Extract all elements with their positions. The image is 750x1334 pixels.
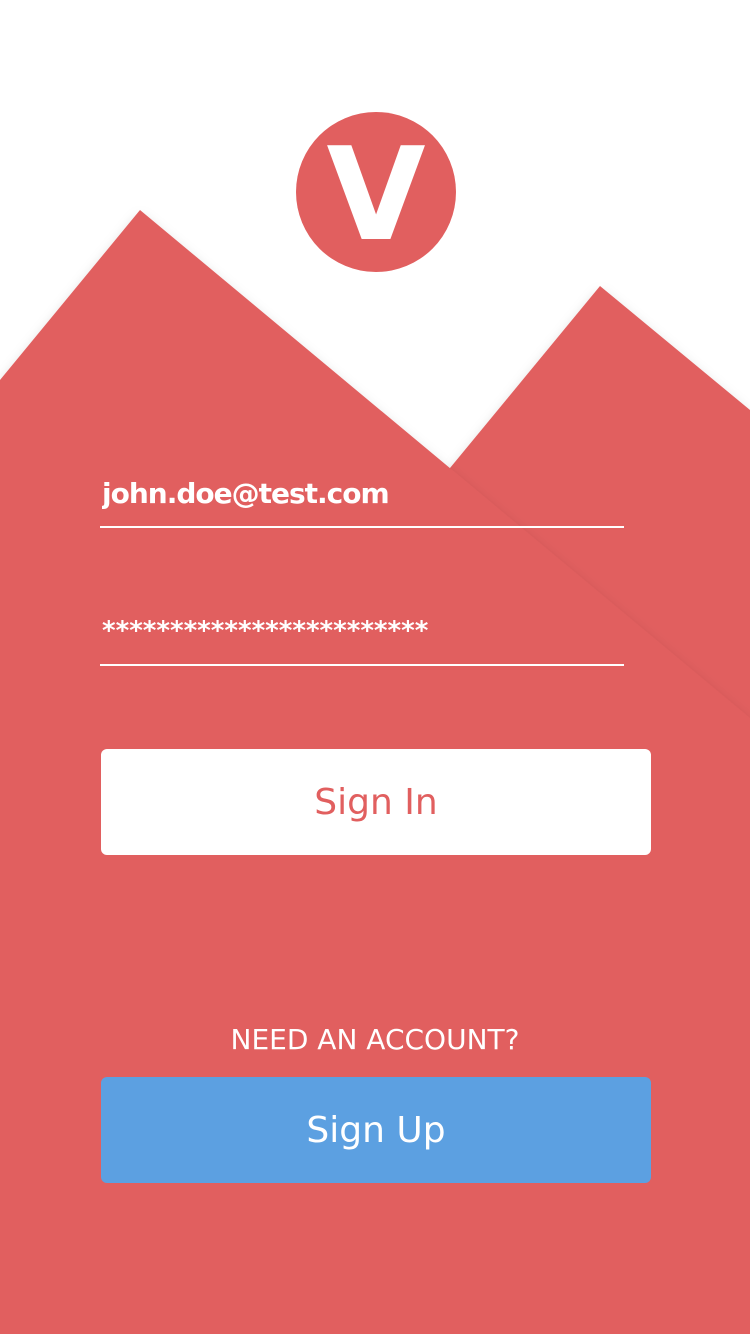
password-input[interactable] bbox=[102, 608, 620, 654]
logo-letter: V bbox=[326, 121, 426, 270]
login-screen: V Sign In NEED AN ACCOUNT? Sign Up bbox=[0, 0, 750, 1334]
sign-in-button[interactable]: Sign In bbox=[101, 749, 651, 855]
email-field[interactable] bbox=[100, 462, 624, 528]
password-field[interactable] bbox=[100, 596, 624, 666]
need-account-label: NEED AN ACCOUNT? bbox=[230, 1023, 520, 1056]
email-input[interactable] bbox=[102, 470, 620, 516]
v-logo-icon: V bbox=[296, 112, 456, 272]
sign-up-button[interactable]: Sign Up bbox=[101, 1077, 651, 1183]
